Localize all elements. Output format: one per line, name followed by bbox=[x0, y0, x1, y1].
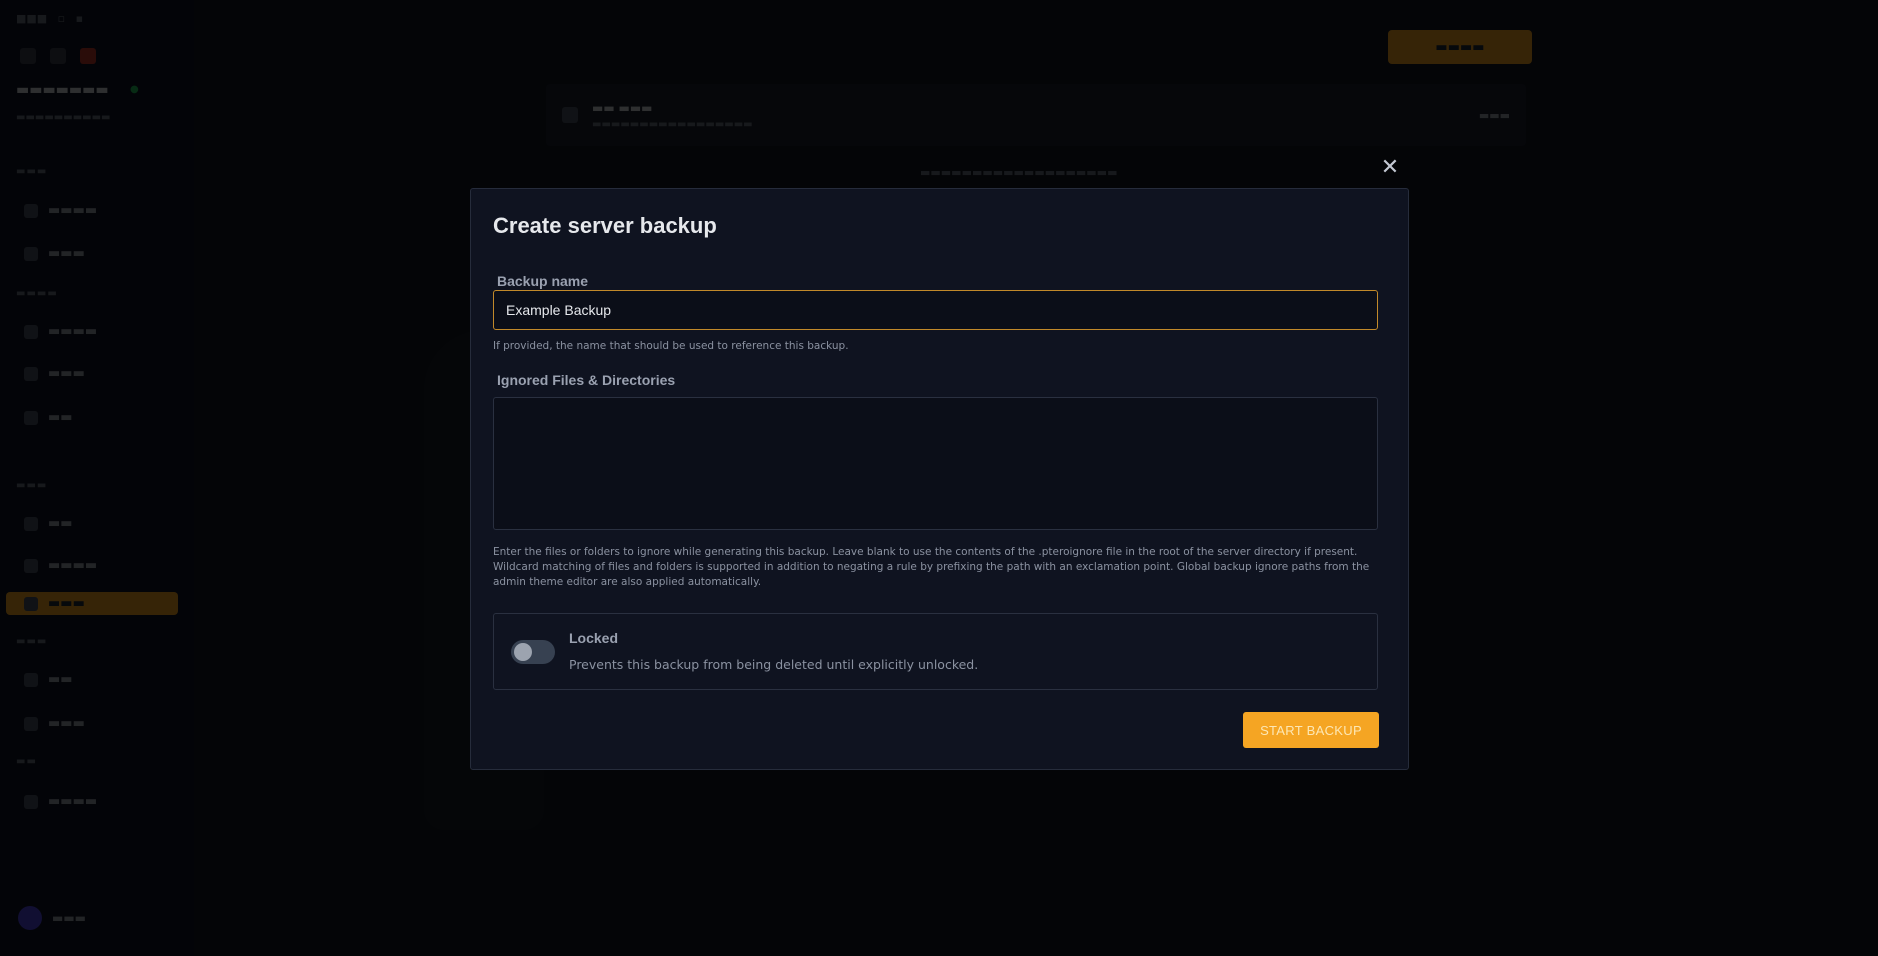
backup-name-help: If provided, the name that should be use… bbox=[493, 340, 849, 352]
modal-title: Create server backup bbox=[493, 213, 717, 238]
locked-option: Locked Prevents this backup from being d… bbox=[493, 613, 1378, 690]
locked-title: Locked bbox=[569, 630, 619, 646]
locked-toggle[interactable] bbox=[511, 640, 555, 664]
toggle-knob bbox=[514, 643, 532, 661]
ignored-files-label: Ignored Files & Directories bbox=[497, 372, 676, 388]
start-backup-button[interactable]: START BACKUP bbox=[1243, 712, 1379, 748]
backup-name-label: Backup name bbox=[497, 273, 589, 289]
create-backup-modal: Create server backup Backup name If prov… bbox=[470, 188, 1409, 770]
locked-description: Prevents this backup from being deleted … bbox=[569, 657, 979, 672]
close-icon[interactable]: ✕ bbox=[1380, 157, 1400, 179]
backup-name-input[interactable] bbox=[493, 290, 1378, 330]
ignored-files-textarea[interactable] bbox=[493, 397, 1378, 530]
ignored-files-help: Enter the files or folders to ignore whi… bbox=[493, 546, 1370, 588]
